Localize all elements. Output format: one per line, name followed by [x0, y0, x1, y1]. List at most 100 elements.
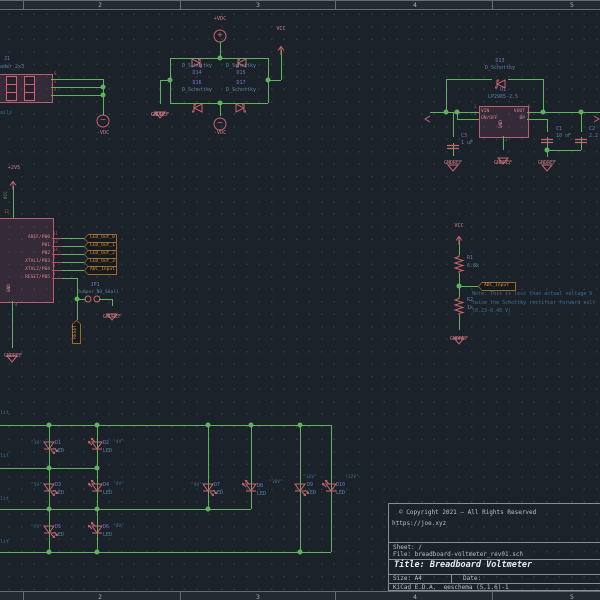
power-label-minus-vdc[interactable]: -VDC	[214, 130, 227, 137]
led-reference[interactable]: D9	[307, 482, 313, 489]
led-value[interactable]: LED	[55, 490, 64, 497]
led-voltage-comment[interactable]: "4V"	[113, 440, 124, 445]
plus-vdc-power-icon[interactable]: +	[213, 29, 227, 43]
led-reference[interactable]: D10	[336, 482, 345, 489]
power-arrow-icon[interactable]	[8, 175, 18, 190]
wire-continues-left-icon[interactable]	[424, 108, 431, 123]
wire[interactable]	[453, 112, 454, 137]
wire[interactable]	[503, 136, 504, 150]
capacitor-symbol[interactable]	[574, 130, 588, 144]
wire[interactable]	[0, 509, 251, 510]
j1-value[interactable]: ader_2x3	[0, 64, 24, 71]
led-reference[interactable]: D6	[103, 524, 109, 531]
wire[interactable]	[51, 79, 103, 80]
schematic-canvas[interactable]: 2 3 4 5 2 3 4 5 +VDC + − -VDC VCC GNDREF…	[0, 0, 600, 600]
gnd-symbol[interactable]	[153, 104, 167, 119]
led-voltage-comment[interactable]: "11V"	[303, 475, 317, 480]
c1-reference[interactable]: C1	[556, 126, 562, 133]
led-value[interactable]: LED	[55, 532, 64, 539]
wire[interactable]	[13, 186, 14, 218]
led-value[interactable]: LED	[257, 491, 266, 498]
capacitor-symbol[interactable]	[540, 130, 554, 144]
diode-value[interactable]: D_Schottky	[182, 63, 212, 70]
wire[interactable]	[51, 95, 103, 96]
edge-comment[interactable]: ails	[0, 110, 12, 117]
gndref-label[interactable]: GNDREF	[450, 336, 468, 343]
led-reference[interactable]: D2	[103, 440, 109, 447]
minus-vdc-power-icon[interactable]: −	[213, 117, 227, 131]
c2-value[interactable]: 2.2 u	[589, 133, 600, 140]
power-label-plus-vdc[interactable]: +VDC	[214, 16, 227, 23]
led-voltage-comment[interactable]: "3V"	[18, 441, 42, 446]
hier-label-adc-input[interactable]: ADC_Input	[478, 282, 516, 291]
led-value[interactable]: LED	[307, 490, 316, 497]
power-label-2v5[interactable]: +2V5	[8, 165, 21, 172]
hier-label-reset[interactable]: RESET	[72, 320, 81, 344]
gndref-label[interactable]: GNDREF	[538, 160, 556, 167]
hier-label[interactable]: ADC_Input	[84, 266, 117, 275]
wire-continues-right-icon[interactable]	[593, 108, 600, 123]
edge-comment[interactable]: s lit	[0, 539, 9, 546]
r1-reference[interactable]: R1	[467, 255, 473, 262]
wire[interactable]	[527, 112, 600, 113]
wire[interactable]	[457, 119, 479, 120]
wire[interactable]	[543, 79, 544, 112]
led-value[interactable]: LED	[55, 448, 64, 455]
diode-reference[interactable]: D14	[192, 70, 201, 77]
gndref-label[interactable]: GNDREF	[494, 160, 512, 167]
wire[interactable]	[112, 299, 113, 306]
led-reference[interactable]: D7	[214, 482, 220, 489]
c3-reference[interactable]: C3	[461, 133, 467, 140]
led-voltage-comment[interactable]: "10V"	[269, 480, 283, 485]
resistor-symbol[interactable]	[453, 255, 465, 273]
jp1-value[interactable]: Jumper_NO_Small	[77, 290, 119, 295]
capacitor-symbol[interactable]	[446, 136, 460, 150]
led-reference[interactable]: D8	[257, 483, 263, 490]
diode-symbol[interactable]	[233, 53, 249, 68]
wire[interactable]	[446, 79, 447, 112]
d13-reference[interactable]: D13	[495, 58, 504, 65]
wire[interactable]	[547, 150, 581, 151]
wire[interactable]	[77, 299, 78, 320]
wire[interactable]	[62, 270, 84, 271]
wire[interactable]	[527, 119, 547, 120]
led-voltage-comment[interactable]: "8V"	[113, 524, 124, 529]
gndref-label[interactable]: GNDREF	[444, 160, 462, 167]
wire[interactable]	[51, 87, 103, 88]
diode-value[interactable]: D_Schottky	[182, 87, 212, 94]
minus-vdc-power-icon[interactable]: −	[96, 114, 110, 128]
led-value[interactable]: LED	[214, 490, 223, 497]
wire[interactable]	[62, 238, 84, 239]
power-label-minus-vdc[interactable]: -VDC	[97, 130, 110, 137]
wire[interactable]	[62, 278, 77, 279]
u1-value[interactable]: LP2985-2.5	[488, 94, 518, 101]
diode-symbol[interactable]	[189, 53, 205, 68]
gnd-symbol[interactable]	[105, 306, 119, 321]
led-value[interactable]: LED	[103, 490, 112, 497]
d13-value[interactable]: D_Schottky	[485, 65, 515, 72]
led-voltage-comment[interactable]: "9V"	[178, 483, 202, 488]
note-text[interactable]: (0.23-0.45 V)	[472, 308, 511, 315]
edge-comment[interactable]: s lit	[0, 410, 9, 417]
diode-reference[interactable]: D15	[236, 70, 245, 77]
diode-symbol[interactable]	[189, 98, 205, 113]
power-arrow-icon[interactable]	[454, 230, 464, 245]
diode-value[interactable]: D_Schottky	[226, 87, 256, 94]
wire[interactable]	[459, 315, 460, 330]
c3-value[interactable]: 1 uF	[461, 140, 473, 147]
c1-value[interactable]: 10 nF	[556, 133, 571, 140]
led-voltage-comment[interactable]: "7V"	[18, 525, 42, 530]
diode-symbol[interactable]	[492, 74, 508, 89]
c2-reference[interactable]: C2	[589, 126, 595, 133]
r1-value[interactable]: 6.8k	[467, 263, 479, 270]
wire[interactable]	[62, 254, 84, 255]
jp1-reference[interactable]: JP1	[90, 282, 99, 289]
wire[interactable]	[581, 112, 582, 132]
led-value[interactable]: LED	[103, 532, 112, 539]
gnd-symbol[interactable]	[496, 150, 510, 165]
edge-comment[interactable]: s lit	[0, 453, 9, 460]
led-voltage-comment[interactable]: "12V"	[345, 475, 359, 480]
diode-reference[interactable]: D17	[236, 80, 245, 87]
led-reference[interactable]: D1	[55, 440, 61, 447]
note-text[interactable]: twice the Schottky rectifier forward vol…	[472, 300, 595, 307]
